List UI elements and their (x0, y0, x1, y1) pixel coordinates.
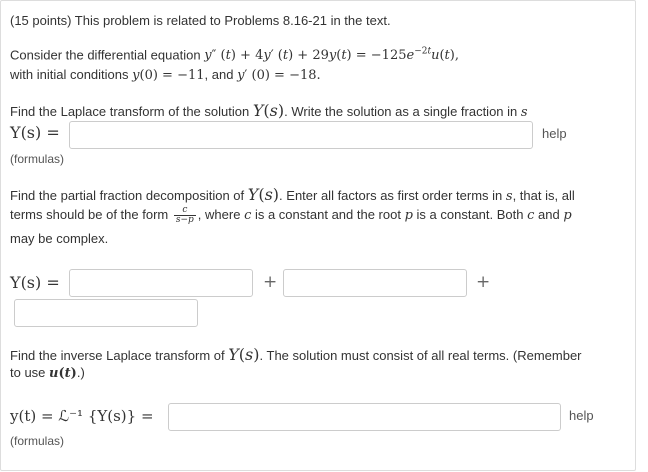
partial-fraction-input-3[interactable] (14, 299, 198, 327)
part3-instruction-line2: to use u(t).) (10, 365, 85, 381)
initial-condition-y0: y(0) = −11 (132, 68, 205, 83)
part2-instruction-line2: terms should be of the form c s−p, where … (10, 205, 572, 225)
problem-panel: (15 points) This problem is related to P… (0, 0, 636, 471)
differential-equation: y″ (t) + 4y′ (t) + 29y(t) = −125e−2tu(t)… (204, 47, 459, 64)
partial-fraction-input-2[interactable] (283, 269, 467, 297)
part3-instruction-line1: Find the inverse Laplace transform of Y(… (10, 345, 582, 364)
ic-and: , and (204, 67, 234, 82)
initial-conditions-line: with initial conditions y(0) = −11, and … (10, 67, 321, 83)
part1-formulas-link[interactable]: (formulas) (10, 152, 64, 166)
part3-help-link[interactable]: help (569, 408, 594, 423)
initial-condition-dy0: y′ (0) = −18. (237, 68, 321, 83)
inverse-laplace-input[interactable] (168, 403, 561, 431)
equation-intro: Consider the differential equation (10, 47, 201, 63)
plus-sign-1: + (263, 272, 278, 292)
part1-label: Y(s) = (10, 123, 60, 142)
part1-instruction: Find the Laplace transform of the soluti… (10, 101, 528, 120)
part3-label: y(t) = ℒ⁻¹ {Y(s)} = (10, 407, 154, 425)
part1-help-link[interactable]: help (542, 126, 567, 141)
problem-header: (15 points) This problem is related to P… (10, 13, 391, 28)
part2-instruction-line1: Find the partial fraction decomposition … (10, 185, 575, 204)
fraction-form: c s−p (173, 205, 196, 225)
plus-sign-2: + (476, 272, 491, 292)
equation-line: Consider the differential equation y″ (t… (10, 47, 459, 63)
part2-label: Y(s) = (10, 273, 60, 292)
partial-fraction-input-1[interactable] (69, 269, 253, 297)
ic-prefix: with initial conditions (10, 67, 129, 82)
part2-instruction-line3: may be complex. (10, 231, 109, 246)
laplace-transform-input[interactable] (69, 121, 533, 149)
part3-formulas-link[interactable]: (formulas) (10, 434, 64, 448)
